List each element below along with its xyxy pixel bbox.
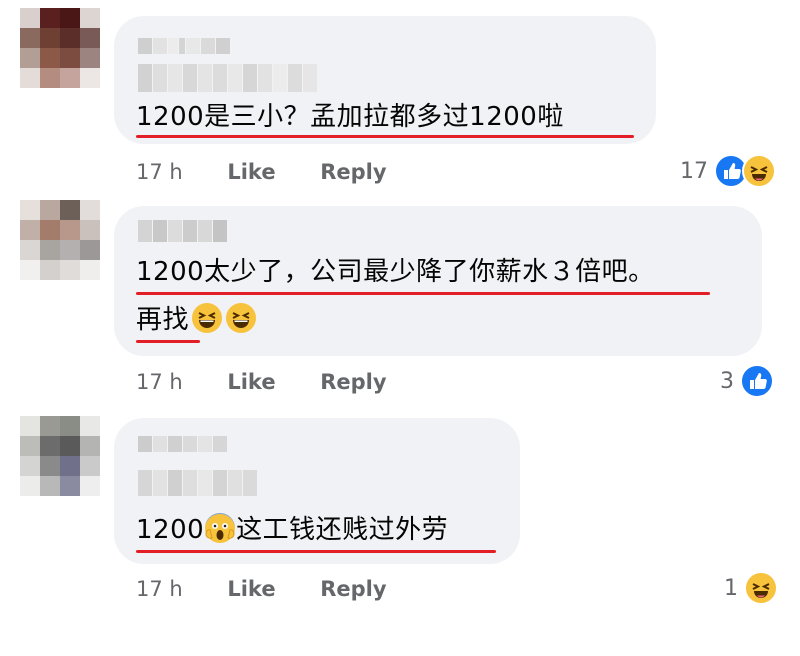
reactions-summary[interactable]: 3 bbox=[720, 364, 774, 398]
like-icon bbox=[740, 364, 774, 398]
reaction-count: 3 bbox=[720, 368, 734, 394]
author-name-pixelated[interactable] bbox=[138, 38, 231, 54]
reply-button[interactable]: Reply bbox=[320, 160, 386, 184]
red-underline bbox=[136, 292, 710, 295]
red-underline bbox=[136, 135, 634, 138]
comment-bubble: 1200太少了，公司最少降了你薪水３倍吧。 再找 bbox=[114, 206, 762, 356]
like-button[interactable]: Like bbox=[227, 577, 275, 601]
timestamp[interactable]: 17 h bbox=[136, 160, 183, 184]
reactions-summary[interactable]: 1 bbox=[724, 571, 778, 605]
grinning-squinting-emoji bbox=[226, 303, 257, 333]
haha-icon bbox=[742, 154, 776, 188]
like-button[interactable]: Like bbox=[227, 370, 275, 394]
comment-text-line1: 1200太少了，公司最少降了你薪水３倍吧。 bbox=[136, 257, 655, 287]
reaction-count: 1 bbox=[724, 575, 738, 601]
author-subtitle-pixelated bbox=[138, 470, 258, 496]
red-underline bbox=[136, 340, 200, 343]
grinning-squinting-emoji bbox=[192, 303, 223, 333]
comment-meta: 17 h Like Reply bbox=[136, 577, 387, 601]
screaming-face-emoji bbox=[205, 513, 236, 543]
like-button[interactable]: Like bbox=[227, 160, 275, 184]
comment-text-before: 1200 bbox=[136, 515, 205, 545]
comment-bubble: 1200 这工钱还贱过外劳 bbox=[114, 418, 520, 564]
author-name-pixelated[interactable] bbox=[138, 220, 228, 242]
red-underline bbox=[136, 550, 496, 553]
comment-bubble: 1200是三小？孟加拉都多过1200啦 bbox=[114, 16, 656, 144]
avatar[interactable] bbox=[20, 416, 100, 496]
timestamp[interactable]: 17 h bbox=[136, 370, 183, 394]
reply-button[interactable]: Reply bbox=[320, 370, 386, 394]
timestamp[interactable]: 17 h bbox=[136, 577, 183, 601]
comment-text-line2: 再找 bbox=[136, 302, 257, 338]
haha-icon bbox=[744, 571, 778, 605]
avatar[interactable] bbox=[20, 200, 100, 280]
author-subtitle-pixelated bbox=[138, 64, 318, 92]
comment-text-line2-text: 再找 bbox=[136, 305, 190, 335]
author-name-pixelated[interactable] bbox=[138, 436, 228, 452]
comment-text: 1200 这工钱还贱过外劳 bbox=[136, 512, 448, 548]
reply-button[interactable]: Reply bbox=[320, 577, 386, 601]
comment-meta: 17 h Like Reply bbox=[136, 160, 387, 184]
comment-meta: 17 h Like Reply bbox=[136, 370, 387, 394]
reactions-summary[interactable]: 17 bbox=[680, 154, 776, 188]
reaction-count: 17 bbox=[680, 158, 708, 184]
avatar[interactable] bbox=[20, 8, 100, 88]
comment-text: 1200是三小？孟加拉都多过1200啦 bbox=[136, 102, 564, 132]
comment-text-after: 这工钱还贱过外劳 bbox=[236, 515, 449, 545]
